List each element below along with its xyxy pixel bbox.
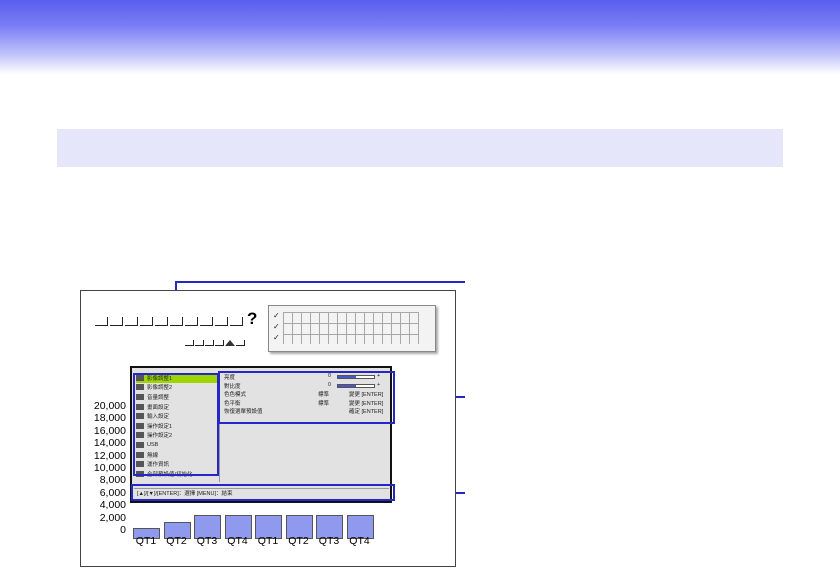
y-tick-label: 10,000 xyxy=(93,462,126,474)
x-tick-label: QT2 xyxy=(166,535,187,547)
inset-grid xyxy=(283,312,419,344)
slide-subtitle-placeholder xyxy=(185,340,245,346)
slide-inset-table: ✓ ✓ ✓ xyxy=(268,305,436,352)
x-tick-label: QT2 xyxy=(288,535,309,547)
callout-line-top-h xyxy=(175,281,465,283)
x-tick-label: QT4 xyxy=(349,535,370,547)
y-tick-label: 16,000 xyxy=(93,424,126,437)
highlight-menu-settings xyxy=(218,371,395,424)
check-icon: ✓ xyxy=(273,322,280,331)
highlight-menu-footer xyxy=(131,484,395,501)
highlight-menu-categories xyxy=(133,373,219,476)
x-tick-label: QT4 xyxy=(227,535,248,547)
x-tick-label: QT3 xyxy=(318,535,340,547)
check-icon: ✓ xyxy=(273,311,280,320)
y-tick-label: 12,000 xyxy=(93,449,126,462)
x-tick-label: QT3 xyxy=(196,535,218,547)
check-icon: ✓ xyxy=(273,333,280,342)
y-tick-label: 4,000 xyxy=(99,499,126,512)
y-tick-label: 0 xyxy=(120,524,126,536)
y-tick-label: 8,000 xyxy=(99,474,126,487)
y-tick-label: 14,000 xyxy=(93,437,126,450)
y-tick-label: 18,000 xyxy=(93,412,126,425)
y-tick-label: 20,000 xyxy=(93,400,126,412)
y-tick-label: 6,000 xyxy=(99,486,126,499)
slide-title-question-mark: ? xyxy=(247,309,258,328)
slide-title-placeholder: ? xyxy=(95,309,258,328)
x-tick-label: QT1 xyxy=(257,535,279,547)
y-tick-label: 2,000 xyxy=(99,511,126,524)
x-tick-label: QT1 xyxy=(135,535,157,547)
header-band xyxy=(0,0,840,74)
section-bar xyxy=(57,129,783,167)
